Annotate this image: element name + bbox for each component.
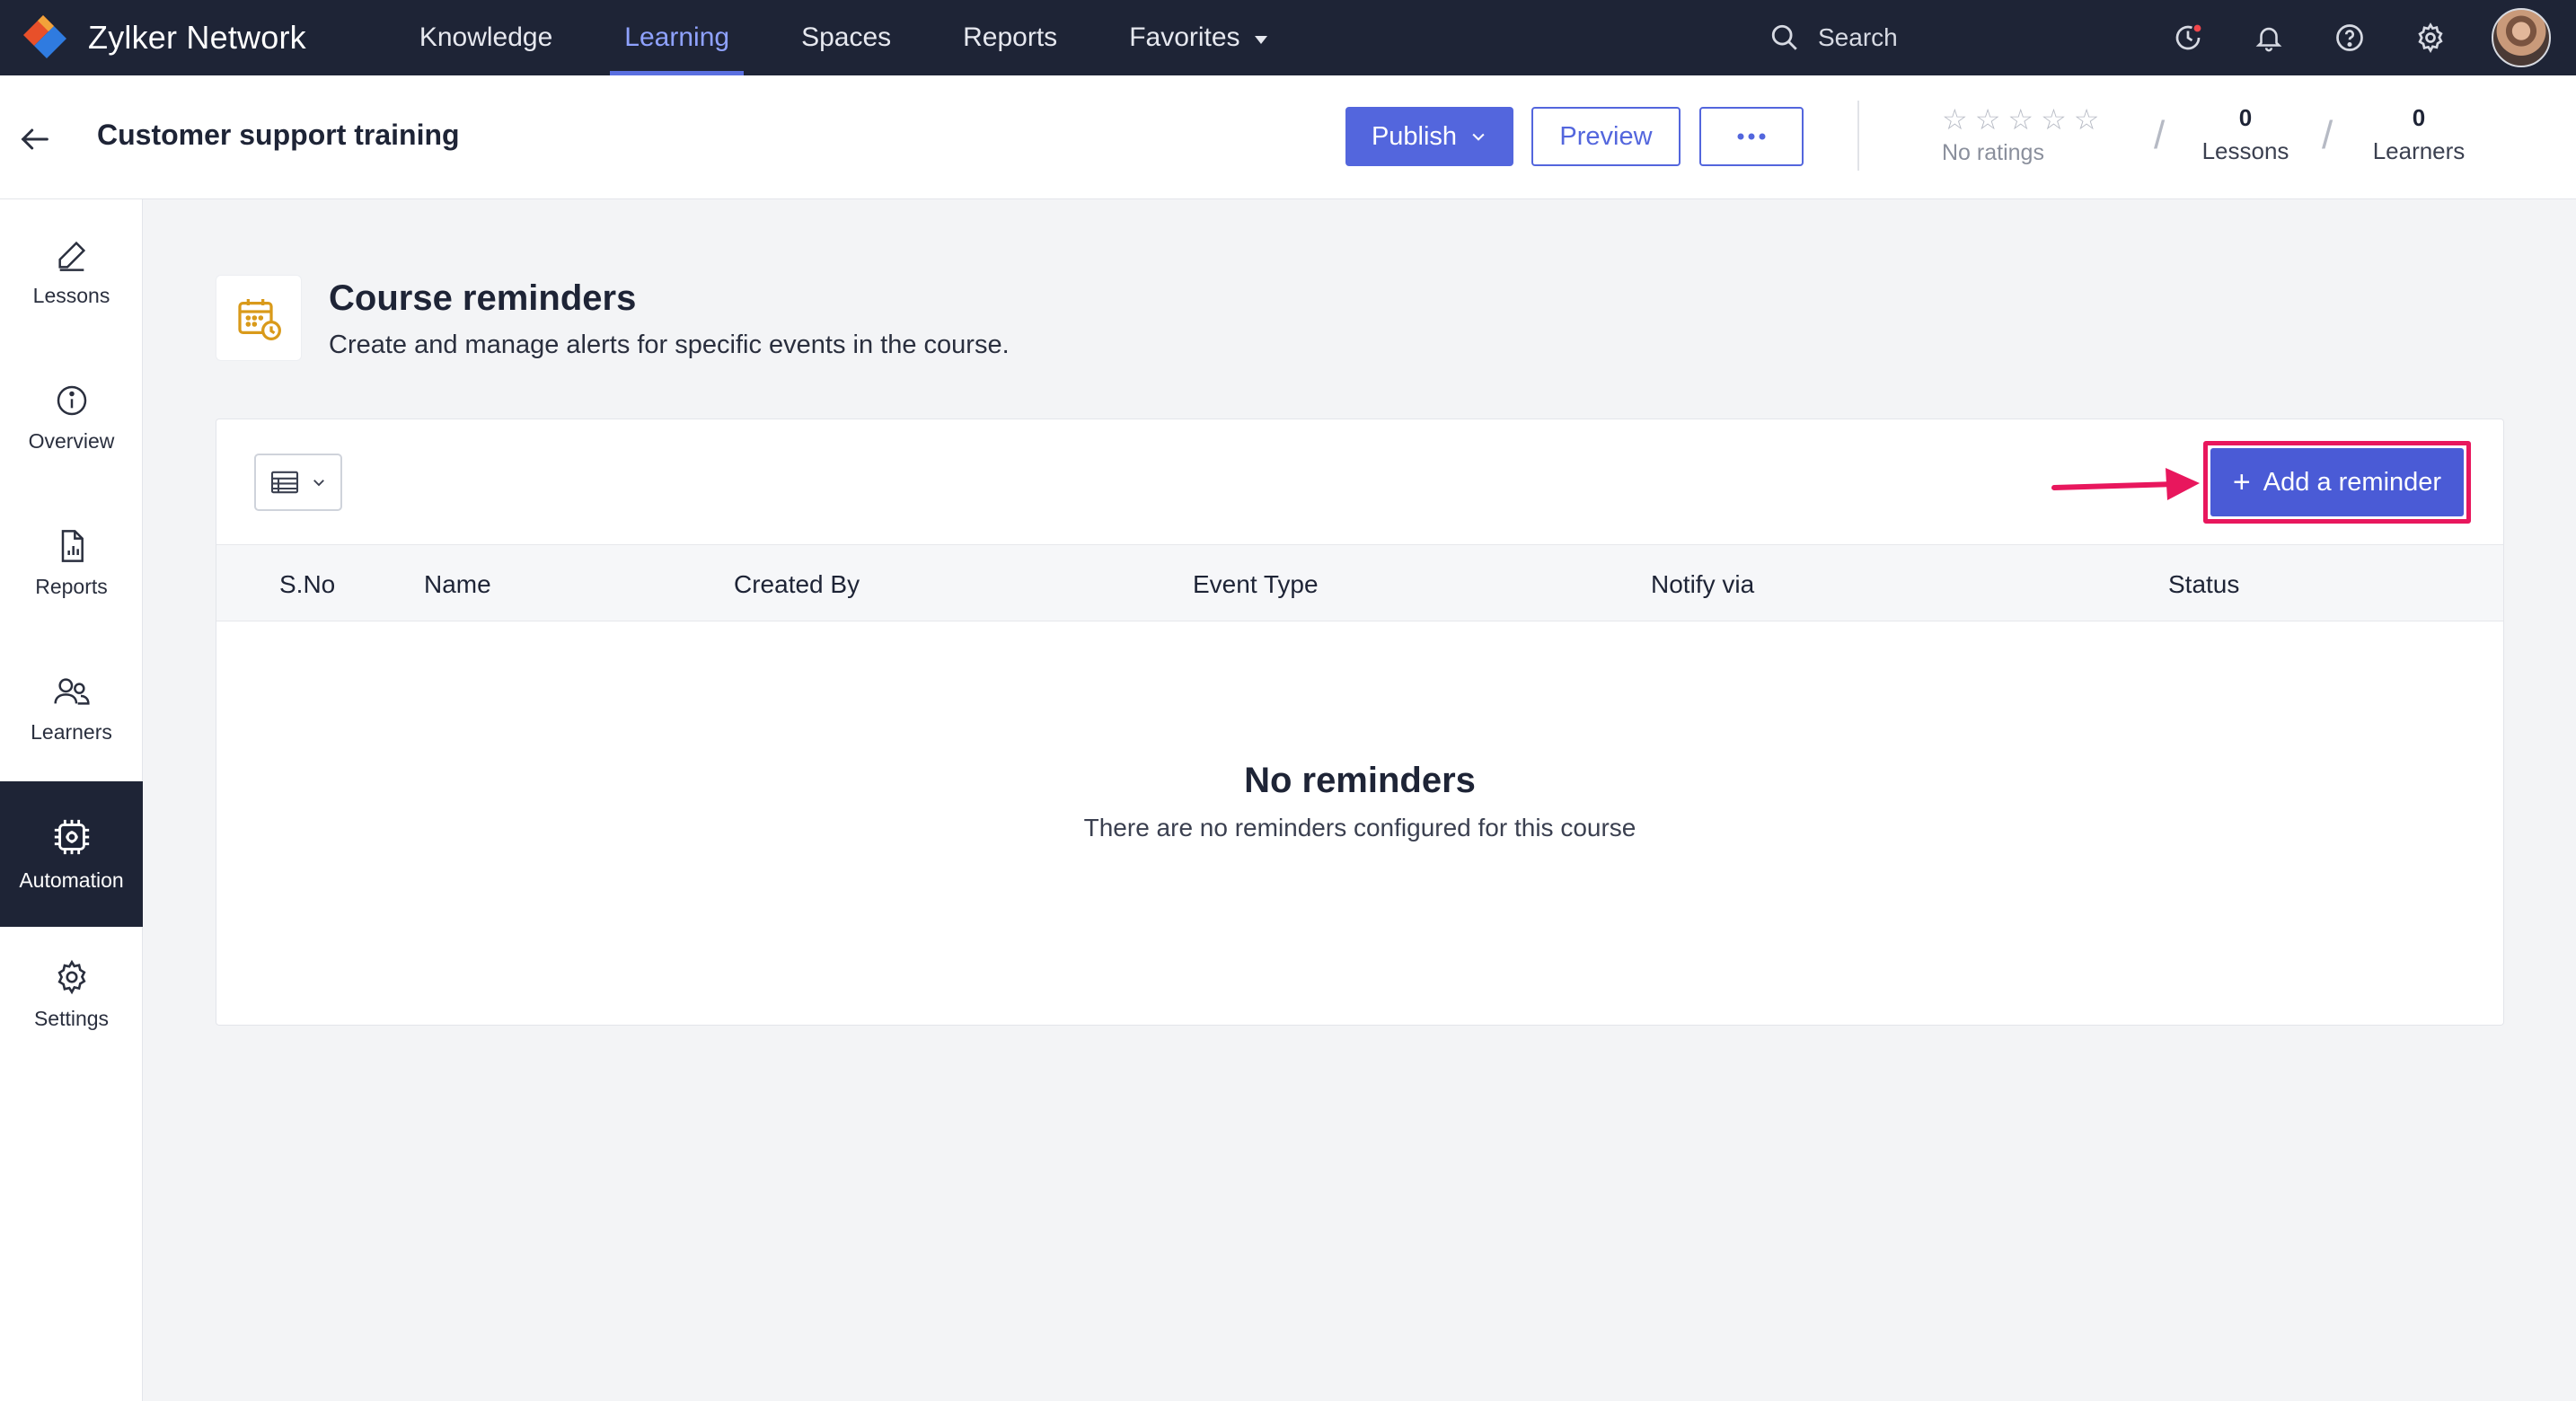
star-icon: ☆ (2007, 103, 2034, 136)
more-options-button[interactable] (1699, 107, 1804, 166)
add-reminder-label: Add a reminder (2263, 467, 2442, 497)
nav-reports-label: Reports (963, 22, 1058, 52)
top-right-icons (2168, 0, 2576, 75)
star-icon: ☆ (1974, 103, 2001, 136)
chevron-down-icon (313, 480, 324, 487)
nav-reports[interactable]: Reports (948, 0, 1072, 75)
main-nav: Knowledge Learning Spaces Reports Favori… (405, 0, 1325, 75)
bell-icon[interactable] (2249, 18, 2289, 57)
sidebar-item-label: Automation (19, 868, 124, 892)
brand[interactable]: Zylker Network (16, 8, 306, 67)
preview-label: Preview (1559, 121, 1653, 151)
gear-icon[interactable] (2411, 18, 2450, 57)
publish-label: Publish (1371, 121, 1458, 151)
column-header-notify-via[interactable]: Notify via (1651, 570, 1754, 599)
empty-state: No reminders There are no reminders conf… (216, 761, 2503, 842)
sidebar-item-learners[interactable]: Learners (0, 636, 143, 781)
learners-count: 0 (2412, 104, 2426, 131)
plus-icon: + (2232, 465, 2251, 499)
page-title: Course reminders (329, 278, 637, 318)
report-file-icon (61, 529, 84, 562)
nav-learning-label: Learning (624, 22, 730, 52)
column-header-event-type[interactable]: Event Type (1193, 570, 1319, 599)
annotation-arrow-icon (2051, 468, 2200, 500)
column-header-created-by[interactable]: Created By (734, 570, 860, 599)
nav-spaces[interactable]: Spaces (787, 0, 905, 75)
learners-stat-label: Learners (2372, 137, 2466, 164)
activity-icon[interactable] (2168, 18, 2208, 57)
add-reminder-button[interactable]: + Add a reminder (2210, 448, 2464, 516)
back-button[interactable] (13, 117, 57, 162)
sidebar-item-overview[interactable]: Overview (0, 345, 143, 490)
publish-button[interactable]: Publish (1345, 107, 1513, 166)
ratings-label: No ratings (1942, 140, 2044, 165)
ellipsis-icon (1737, 133, 1766, 140)
reminders-panel: + Add a reminder S.No Name Created By Ev… (216, 419, 2504, 1026)
sidebar-item-automation[interactable]: Automation (0, 781, 143, 927)
column-header-sno[interactable]: S.No (279, 570, 335, 599)
calendar-clock-icon (216, 275, 302, 361)
star-icon: ☆ (1942, 103, 1968, 136)
course-ratings: ☆ ☆ ☆ ☆ ☆ No ratings (1942, 104, 2122, 166)
chevron-down-icon (1472, 133, 1485, 141)
caret-down-icon (1254, 35, 1267, 44)
page-description: Create and manage alerts for specific ev… (329, 330, 1010, 359)
search-label: Search (1818, 23, 1898, 51)
star-icon: ☆ (2041, 103, 2067, 136)
sidebar-item-lessons[interactable]: Lessons (0, 199, 143, 345)
user-avatar[interactable] (2492, 8, 2551, 67)
table-header: S.No Name Created By Event Type Notify v… (216, 544, 2503, 621)
stat-separator: / (2154, 113, 2166, 157)
users-icon (53, 677, 90, 705)
empty-state-title: No reminders (1244, 761, 1476, 800)
course-title: Customer support training (97, 119, 460, 151)
sidebar-item-label: Learners (31, 719, 112, 744)
zylker-logo-icon (16, 8, 75, 67)
nav-knowledge[interactable]: Knowledge (405, 0, 567, 75)
nav-learning[interactable]: Learning (610, 0, 744, 75)
nav-favorites-label: Favorites (1129, 22, 1240, 52)
lessons-stat-label: Lessons (2201, 137, 2289, 164)
empty-state-subtitle: There are no reminders configured for th… (1083, 814, 1636, 841)
table-view-icon (270, 471, 299, 494)
brand-name: Zylker Network (88, 19, 306, 56)
stat-separator: / (2322, 113, 2333, 157)
sidebar-item-reports[interactable]: Reports (0, 490, 143, 636)
lessons-stat: 0 Lessons (2201, 104, 2290, 165)
column-header-status[interactable]: Status (2168, 570, 2239, 599)
search-box[interactable]: Search (1769, 0, 1898, 75)
course-sidebar: Lessons Overview Reports Learners Automa… (0, 199, 143, 1401)
rating-stars[interactable]: ☆ ☆ ☆ ☆ ☆ (1942, 104, 2122, 135)
sidebar-item-label: Reports (35, 574, 108, 598)
lessons-count: 0 (2238, 104, 2253, 131)
preview-button[interactable]: Preview (1531, 107, 1681, 166)
learners-stat: 0 Learners (2369, 104, 2468, 165)
sidebar-item-label: Settings (33, 1006, 110, 1030)
course-header: Customer support training Publish Previe… (0, 75, 2576, 199)
sidebar-item-label: Lessons (32, 283, 110, 307)
pencil-icon (57, 241, 85, 271)
nav-spaces-label: Spaces (801, 22, 892, 52)
automation-chip-icon (54, 819, 89, 854)
nav-favorites[interactable]: Favorites (1115, 0, 1281, 75)
gear-icon (57, 959, 86, 994)
search-icon (1771, 24, 1797, 50)
nav-knowledge-label: Knowledge (419, 22, 553, 52)
sidebar-item-label: Overview (28, 428, 115, 453)
star-icon: ☆ (2073, 103, 2100, 136)
help-icon[interactable] (2330, 18, 2369, 57)
sidebar-item-settings[interactable]: Settings (0, 927, 143, 1062)
column-header-name[interactable]: Name (424, 570, 491, 599)
arrow-left-icon (21, 128, 49, 150)
view-toggle-dropdown[interactable] (254, 454, 342, 511)
top-navigation-bar: Zylker Network Knowledge Learning Spaces… (0, 0, 2576, 75)
header-divider (1857, 101, 1859, 171)
info-icon (57, 385, 86, 415)
